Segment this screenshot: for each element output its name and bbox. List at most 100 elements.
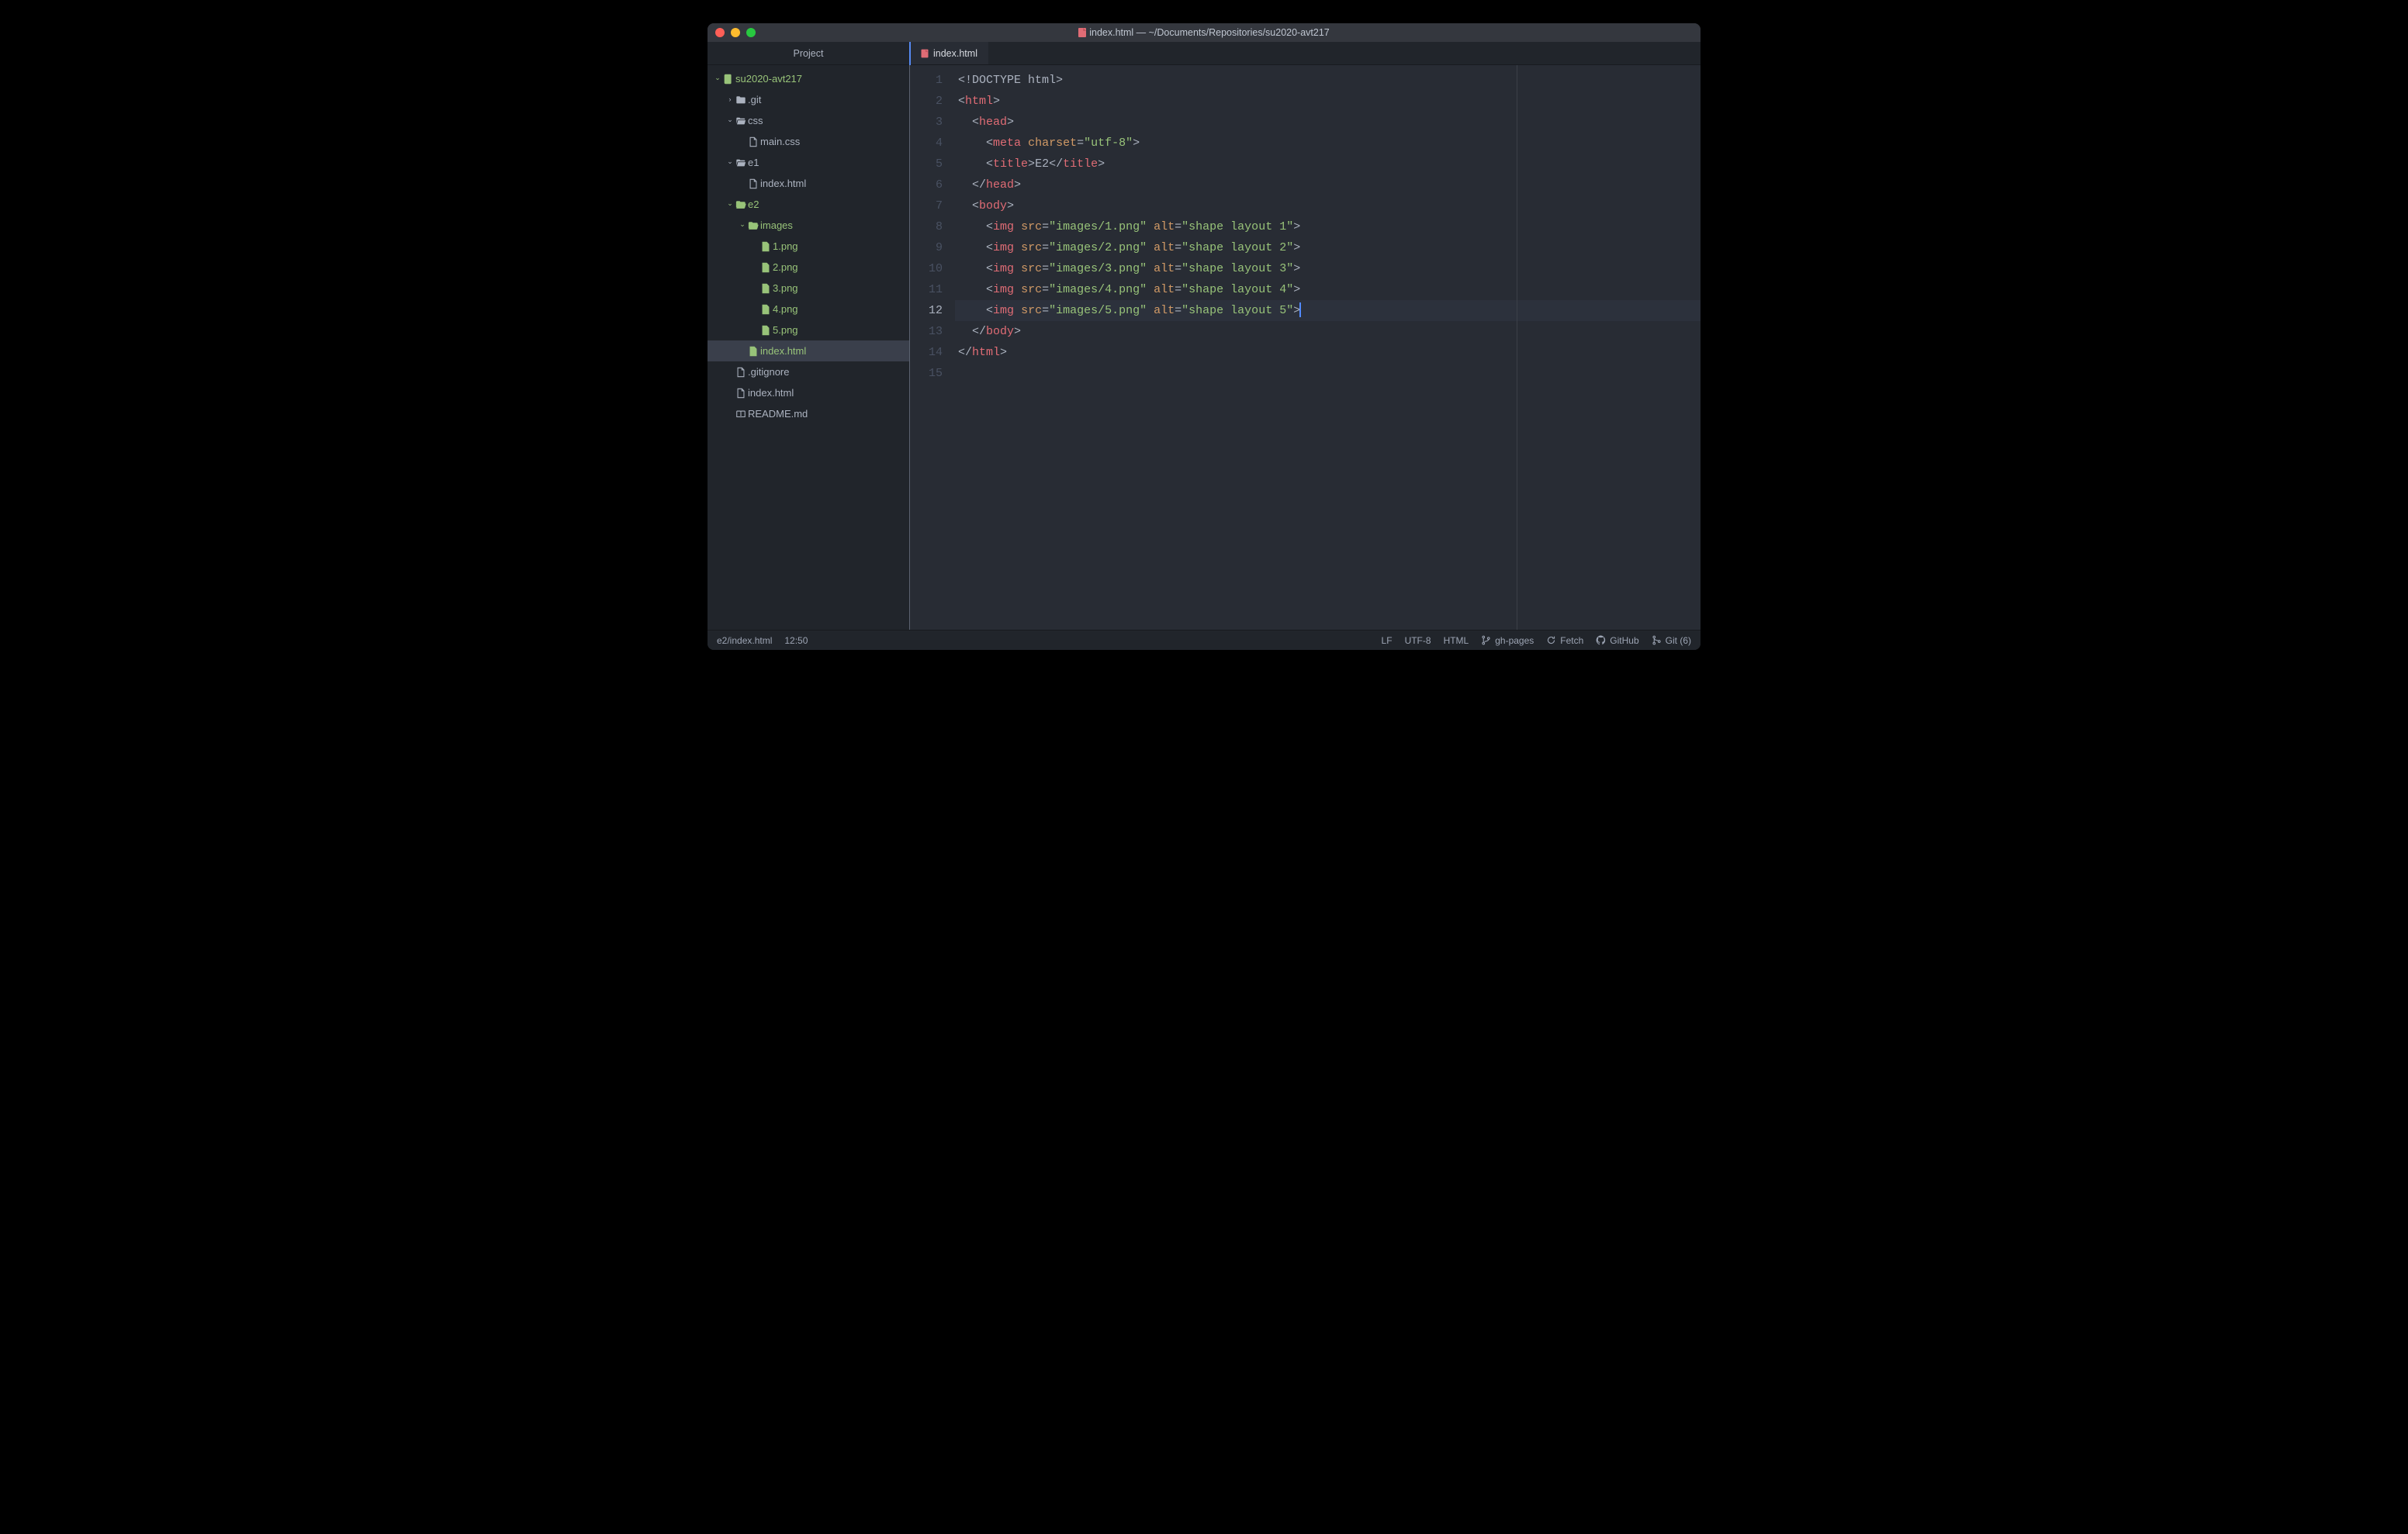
chevron-down-icon[interactable]: ⌄: [714, 74, 721, 82]
file-icon: [759, 325, 773, 336]
git-merge-icon: [1652, 635, 1662, 645]
tree-item-label: css: [748, 115, 763, 126]
status-branch[interactable]: gh-pages: [1481, 635, 1534, 646]
chevron-right-icon[interactable]: ›: [726, 95, 734, 103]
file-icon: [746, 136, 760, 147]
code-editor[interactable]: 123456789101112131415 <!DOCTYPE html><ht…: [910, 65, 1700, 630]
code-line[interactable]: <head>: [955, 112, 1700, 133]
git-branch-icon: [1481, 635, 1491, 645]
folder-open-icon: [734, 157, 748, 168]
status-cursor-position[interactable]: 12:50: [784, 635, 808, 646]
tab-label: index.html: [933, 48, 977, 59]
tree-item-images[interactable]: ⌄images: [708, 215, 909, 236]
tree-item--git[interactable]: › .git: [708, 89, 909, 110]
tree-item-label: 5.png: [773, 324, 798, 336]
tree-item-2-png[interactable]: 2.png: [708, 257, 909, 278]
line-number: 3: [910, 112, 943, 133]
sidebar-tab-project[interactable]: Project: [708, 42, 909, 64]
line-number: 11: [910, 279, 943, 300]
code-line[interactable]: <!DOCTYPE html>: [955, 70, 1700, 91]
tree-item-1-png[interactable]: 1.png: [708, 236, 909, 257]
line-number: 7: [910, 195, 943, 216]
tree-item-su2020-avt217[interactable]: ⌄su2020-avt217: [708, 68, 909, 89]
file-type-icon: [922, 49, 929, 57]
sidebar: Project ⌄su2020-avt217›.git⌄cssmain.css⌄…: [708, 42, 909, 630]
titlebar[interactable]: index.html — ~/Documents/Repositories/su…: [708, 23, 1700, 42]
file-icon: [734, 367, 748, 378]
line-number: 1: [910, 70, 943, 91]
chevron-down-icon[interactable]: ⌄: [726, 157, 734, 166]
tree-item-label: e1: [748, 157, 759, 168]
tree-item-4-png[interactable]: 4.png: [708, 299, 909, 320]
code-line[interactable]: [955, 363, 1700, 384]
code-line[interactable]: <html>: [955, 91, 1700, 112]
tree-item-index-html[interactable]: index.html: [708, 340, 909, 361]
tree-item-index-html[interactable]: index.html: [708, 173, 909, 194]
editor-window: index.html — ~/Documents/Repositories/su…: [708, 23, 1700, 650]
file-icon: [759, 283, 773, 294]
chevron-down-icon[interactable]: ⌄: [739, 220, 746, 229]
window-controls: [715, 28, 756, 37]
readme-icon: [734, 409, 748, 420]
close-window-button[interactable]: [715, 28, 725, 37]
code-line[interactable]: </html>: [955, 342, 1700, 363]
file-icon: [746, 178, 760, 189]
tree-item-label: .git: [748, 94, 761, 105]
tree-item-index-html[interactable]: index.html: [708, 382, 909, 403]
editor-tab-index-html[interactable]: index.html: [910, 42, 988, 64]
code-line[interactable]: <img src="images/1.png" alt="shape layou…: [955, 216, 1700, 237]
status-fetch[interactable]: Fetch: [1546, 635, 1583, 646]
file-type-icon: [1078, 28, 1086, 37]
line-number: 10: [910, 258, 943, 279]
tree-item-label: .gitignore: [748, 366, 789, 378]
window-title: index.html — ~/Documents/Repositories/su…: [1089, 27, 1330, 38]
tree-item-label: 2.png: [773, 261, 798, 273]
folder-open-icon: [746, 220, 760, 231]
code-line[interactable]: <img src="images/3.png" alt="shape layou…: [955, 258, 1700, 279]
code-line[interactable]: <img src="images/5.png" alt="shape layou…: [955, 300, 1700, 321]
status-encoding[interactable]: UTF-8: [1405, 635, 1431, 646]
status-language[interactable]: HTML: [1444, 635, 1469, 646]
status-line-ending[interactable]: LF: [1382, 635, 1393, 646]
status-github[interactable]: GitHub: [1596, 635, 1638, 646]
code-line[interactable]: <meta charset="utf-8">: [955, 133, 1700, 154]
file-tree[interactable]: ⌄su2020-avt217 › .git ⌄ css main.css ⌄ e1 index.…: [708, 65, 909, 630]
line-number: 12: [910, 300, 943, 321]
tree-item-label: index.html: [760, 345, 806, 357]
folder-closed-icon: [734, 95, 748, 105]
text-cursor: [1299, 302, 1301, 317]
status-file-path[interactable]: e2/index.html: [717, 635, 772, 646]
sidebar-tabs: Project: [708, 42, 909, 65]
tree-item-label: 1.png: [773, 240, 798, 252]
tree-item-label: README.md: [748, 408, 808, 420]
chevron-down-icon[interactable]: ⌄: [726, 116, 734, 124]
tree-item--gitignore[interactable]: .gitignore: [708, 361, 909, 382]
code-line[interactable]: <title>E2</title>: [955, 154, 1700, 174]
tree-item-main-css[interactable]: main.css: [708, 131, 909, 152]
tree-item-5-png[interactable]: 5.png: [708, 320, 909, 340]
code-area[interactable]: <!DOCTYPE html><html> <head> <meta chars…: [955, 65, 1700, 630]
file-icon: [734, 388, 748, 399]
code-line[interactable]: <img src="images/4.png" alt="shape layou…: [955, 279, 1700, 300]
code-line[interactable]: </head>: [955, 174, 1700, 195]
code-line[interactable]: <body>: [955, 195, 1700, 216]
tree-item-readme-md[interactable]: README.md: [708, 403, 909, 424]
line-number: 8: [910, 216, 943, 237]
tree-item-e2[interactable]: ⌄e2: [708, 194, 909, 215]
status-git[interactable]: Git (6): [1652, 635, 1691, 646]
gutter: 123456789101112131415: [910, 65, 955, 630]
zoom-window-button[interactable]: [746, 28, 756, 37]
code-line[interactable]: </body>: [955, 321, 1700, 342]
tree-item-3-png[interactable]: 3.png: [708, 278, 909, 299]
folder-open-icon: [734, 199, 748, 210]
file-icon: [759, 304, 773, 315]
minimize-window-button[interactable]: [731, 28, 740, 37]
code-line[interactable]: <img src="images/2.png" alt="shape layou…: [955, 237, 1700, 258]
repo-icon: [721, 74, 735, 85]
line-number: 4: [910, 133, 943, 154]
folder-open-icon: [734, 116, 748, 126]
editor-tabs: index.html: [910, 42, 1700, 65]
tree-item-e1[interactable]: ⌄ e1: [708, 152, 909, 173]
tree-item-css[interactable]: ⌄ css: [708, 110, 909, 131]
chevron-down-icon[interactable]: ⌄: [726, 199, 734, 208]
